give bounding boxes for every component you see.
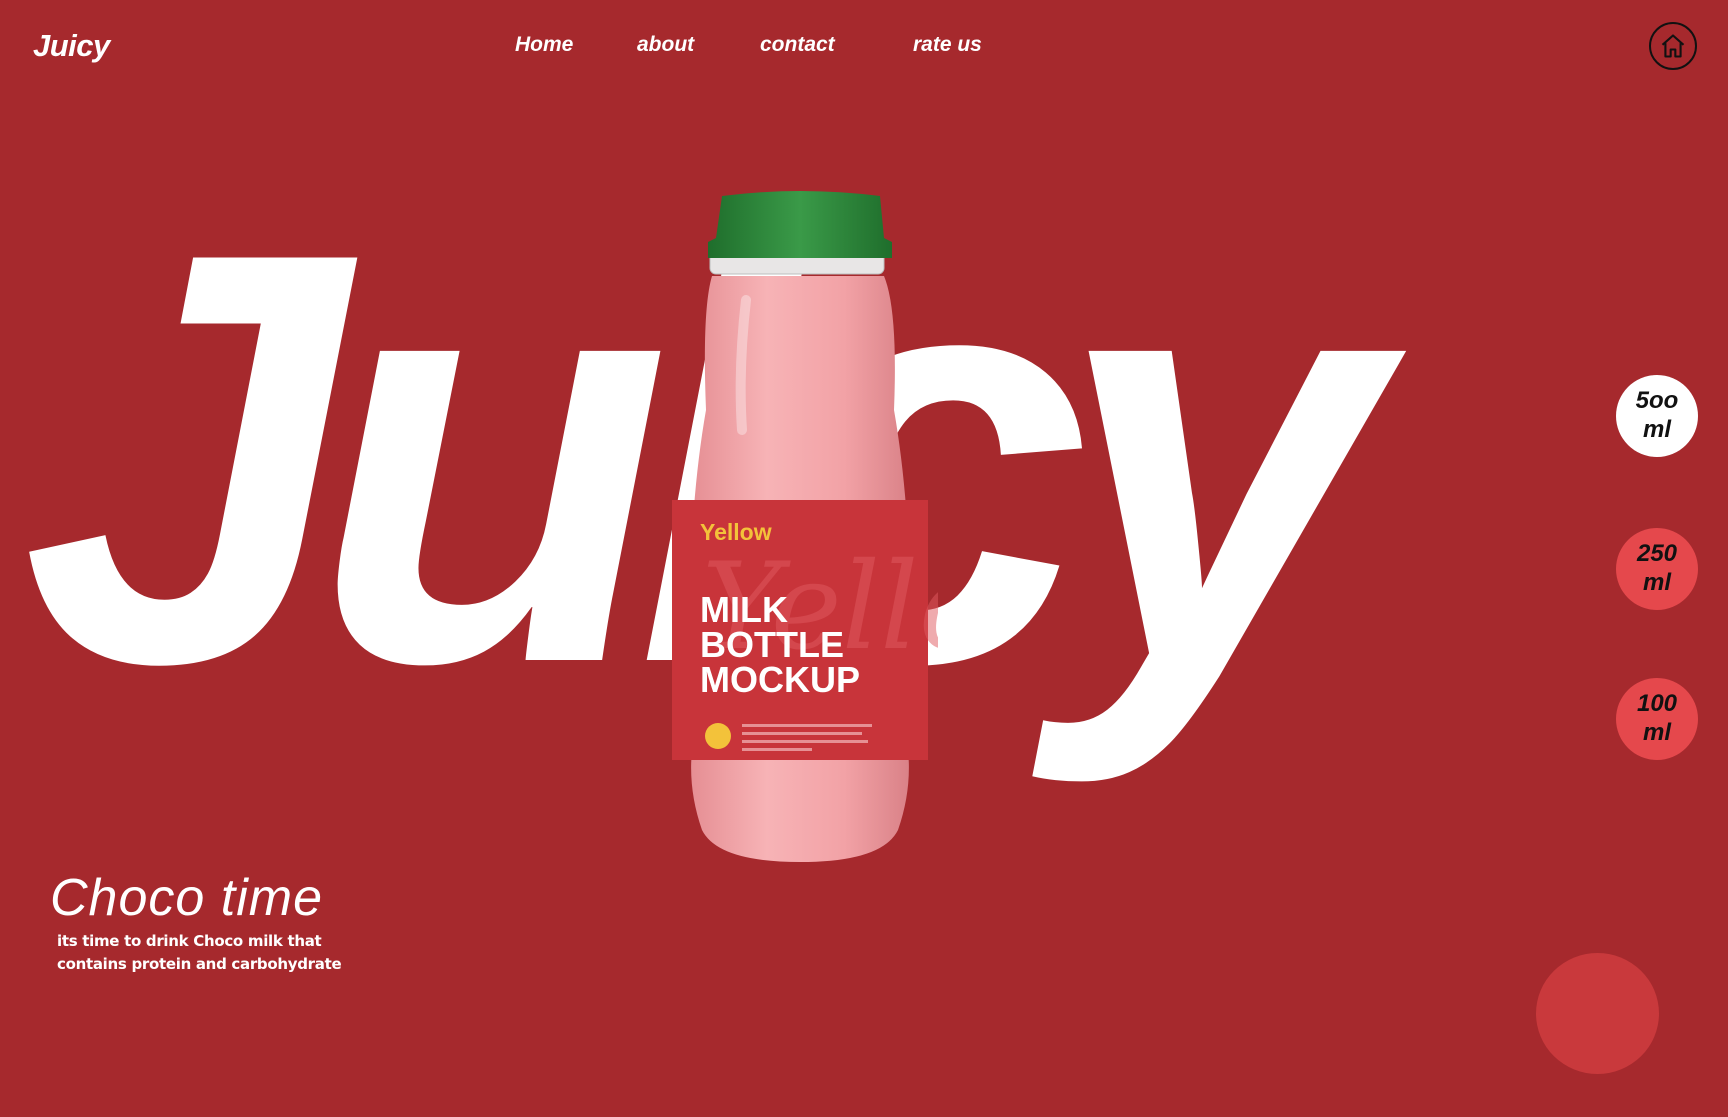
bottle-line3: MOCKUP: [700, 659, 860, 700]
nav-rate-us[interactable]: rate us: [913, 33, 982, 57]
home-button[interactable]: [1649, 22, 1697, 70]
nav-contact[interactable]: contact: [760, 33, 835, 57]
promo-title: Choco time: [50, 869, 323, 927]
size-100ml-button[interactable]: 100 ml: [1616, 678, 1698, 760]
size-250ml-button[interactable]: 250 ml: [1616, 528, 1698, 610]
nav-home[interactable]: Home: [515, 33, 573, 57]
promo-description: its time to drink Choco milk that contai…: [57, 932, 342, 973]
main-nav: Home about contact rate us: [0, 33, 1728, 63]
nav-about[interactable]: about: [637, 33, 694, 57]
size-500ml-button[interactable]: 5oo ml: [1616, 375, 1698, 457]
milk-bottle-image: Yellow Yellow MILK BOTTLE MOCKUP: [672, 191, 938, 862]
decorative-circle: [1536, 953, 1659, 1074]
home-icon: [1661, 34, 1685, 58]
